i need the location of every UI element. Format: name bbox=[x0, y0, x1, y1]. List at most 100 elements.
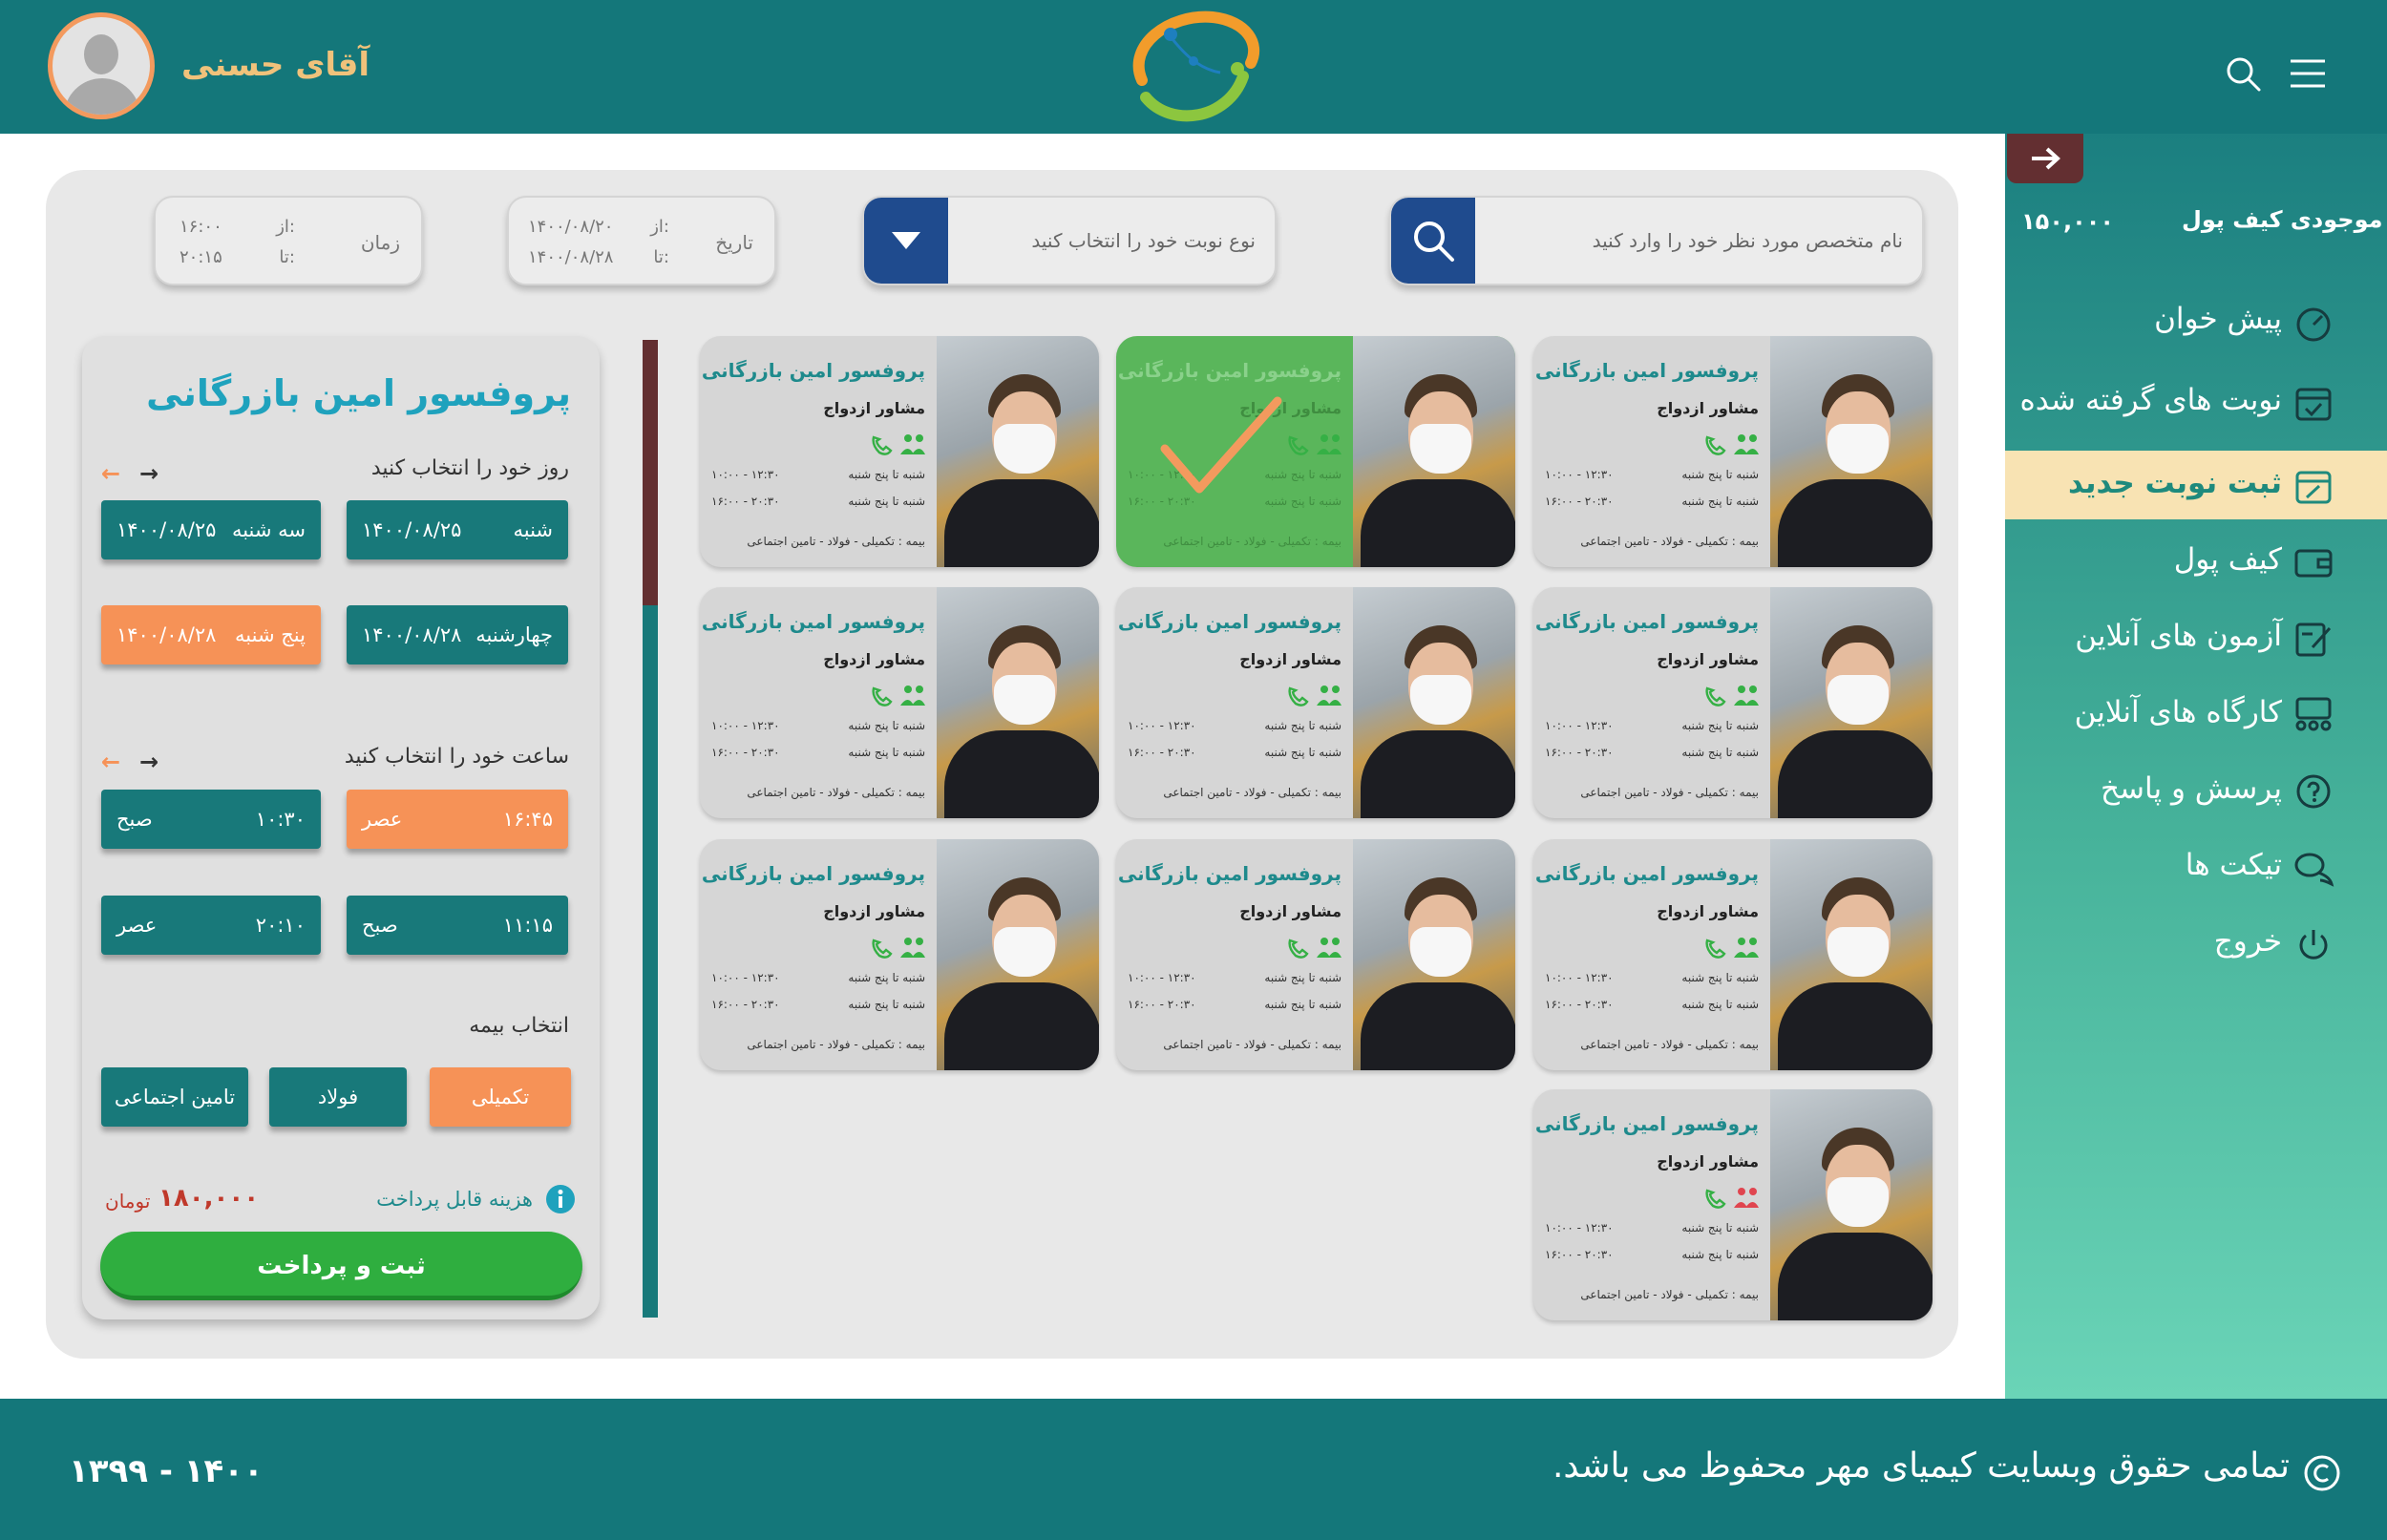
time-label: زمان bbox=[360, 231, 400, 254]
time-option[interactable]: ۲۰:۱۰ عصر bbox=[101, 896, 321, 955]
sidebar-item-8[interactable]: خروج bbox=[2005, 909, 2387, 978]
card-specialist-role: مشاور ازدواج bbox=[823, 650, 925, 668]
hamburger-menu-icon[interactable] bbox=[2289, 57, 2327, 90]
time-value: ۱۱:۱۵ bbox=[502, 914, 553, 937]
day-date: ۱۴۰۰/۰۸/۲۵ bbox=[116, 518, 217, 541]
user-name: آقای حسنی bbox=[181, 46, 370, 84]
sidebar-item-5[interactable]: کارگاه های آنلاین bbox=[2005, 680, 2387, 749]
insurance-option[interactable]: تکمیلی bbox=[430, 1067, 571, 1127]
specialist-photo bbox=[1770, 1089, 1933, 1320]
next-days-arrow[interactable]: → bbox=[139, 460, 158, 487]
prev-days-arrow[interactable]: ← bbox=[101, 460, 120, 487]
user-avatar[interactable] bbox=[48, 12, 155, 119]
day-name: شنبه bbox=[513, 518, 553, 541]
specialist-photo bbox=[937, 336, 1099, 567]
consult-type-icons bbox=[872, 938, 925, 959]
card-time-1: ۱۰:۰۰ - ۱۲:۳۰ bbox=[1128, 719, 1196, 732]
card-days-1: شنبه تا پنج شنبه bbox=[848, 719, 925, 732]
date-from-value[interactable]: ۱۴۰۰/۰۸/۲۰ bbox=[528, 217, 613, 237]
date-range-filter[interactable]: تاریخ از: تا: ۱۴۰۰/۰۸/۲۰ ۱۴۰۰/۰۸/۲۸ bbox=[507, 196, 776, 285]
card-insurance: بیمه : تکمیلی - فولاد - تامین اجتماعی bbox=[747, 786, 925, 799]
consult-type-icons bbox=[872, 686, 925, 707]
card-time-2: ۱۶:۰۰ - ۲۰:۳۰ bbox=[1545, 998, 1614, 1011]
search-button[interactable] bbox=[1391, 198, 1475, 284]
specialist-card[interactable]: پروفسور امین بازرگانی مشاور ازدواج شنبه … bbox=[1533, 336, 1933, 567]
phone-call-icon bbox=[872, 435, 893, 455]
group-session-icon bbox=[1734, 686, 1759, 706]
card-specialist-role: مشاور ازدواج bbox=[1657, 650, 1759, 668]
card-specialist-role: مشاور ازدواج bbox=[823, 399, 925, 417]
cards-scrollbar[interactable] bbox=[643, 340, 658, 1318]
sidebar-item-7[interactable]: تیکت ها bbox=[2005, 833, 2387, 901]
specialist-photo bbox=[1353, 839, 1515, 1070]
specialist-card[interactable]: پروفسور امین بازرگانی مشاور ازدواج شنبه … bbox=[1533, 1089, 1933, 1320]
sidebar-item-label: نوبت های گرفته شده bbox=[2019, 383, 2282, 417]
next-times-arrow[interactable]: → bbox=[139, 749, 158, 775]
dropdown-button[interactable] bbox=[864, 198, 948, 284]
time-from-value[interactable]: ۱۶:۰۰ bbox=[180, 217, 222, 237]
info-icon[interactable] bbox=[545, 1184, 576, 1214]
search-input[interactable]: نام متخصص مورد نظر خود را وارد کنید bbox=[1593, 198, 1903, 284]
sidebar-item-4[interactable]: آزمون های آنلاین bbox=[2005, 603, 2387, 672]
scrollbar-thumb[interactable] bbox=[643, 340, 658, 605]
card-time-1: ۱۰:۰۰ - ۱۲:۳۰ bbox=[711, 468, 780, 481]
sidebar-item-6[interactable]: پرسش و پاسخ bbox=[2005, 756, 2387, 825]
day-option[interactable]: چهارشنبه ۱۴۰۰/۰۸/۲۸ bbox=[347, 605, 568, 665]
group-session-icon bbox=[1734, 1188, 1759, 1208]
submit-and-pay-button[interactable]: ثبت و پرداخت bbox=[100, 1232, 582, 1300]
time-option[interactable]: ۱۱:۱۵ صبح bbox=[347, 896, 568, 955]
consult-type-icons bbox=[1288, 686, 1341, 707]
consult-type-icons bbox=[1705, 686, 1759, 707]
group-session-icon bbox=[1734, 434, 1759, 454]
time-option[interactable]: ۱۰:۳۰ صبح bbox=[101, 790, 321, 849]
group-session-icon bbox=[900, 938, 925, 958]
card-days-1: شنبه تا پنج شنبه bbox=[848, 468, 925, 481]
sidebar-item-2[interactable]: ثبت نوبت جدید bbox=[2005, 451, 2387, 519]
group-session-icon bbox=[1317, 434, 1341, 454]
prev-times-arrow[interactable]: ← bbox=[101, 749, 120, 775]
day-option[interactable]: سه شنبه ۱۴۰۰/۰۸/۲۵ bbox=[101, 500, 321, 559]
workshop-group-icon bbox=[2295, 697, 2332, 731]
sidebar-item-1[interactable]: نوبت های گرفته شده bbox=[2005, 368, 2387, 436]
specialist-card[interactable]: پروفسور امین بازرگانی مشاور ازدواج شنبه … bbox=[700, 587, 1099, 818]
day-select-label: روز خود را انتخاب کنید bbox=[370, 456, 569, 480]
sidebar-item-0[interactable]: پیش خوان bbox=[2005, 286, 2387, 355]
day-name: پنج شنبه bbox=[235, 623, 306, 646]
top-header: آقای حسنی bbox=[0, 0, 2387, 134]
selected-check-icon bbox=[1160, 396, 1282, 494]
insurance-option[interactable]: فولاد bbox=[269, 1067, 407, 1127]
specialist-search-box[interactable]: نام متخصص مورد نظر خود را وارد کنید bbox=[1389, 196, 1924, 285]
time-to-value[interactable]: ۲۰:۱۵ bbox=[180, 247, 222, 267]
specialist-card[interactable]: پروفسور امین بازرگانی مشاور ازدواج شنبه … bbox=[1533, 839, 1933, 1070]
specialist-card[interactable]: پروفسور امین بازرگانی مشاور ازدواج شنبه … bbox=[700, 336, 1099, 567]
sidebar-item-label: آزمون های آنلاین bbox=[2075, 619, 2282, 653]
specialist-photo bbox=[1770, 839, 1933, 1070]
card-time-1: ۱۰:۰۰ - ۱۲:۳۰ bbox=[1545, 719, 1614, 732]
specialist-card[interactable]: پروفسور امین بازرگانی مشاور ازدواج شنبه … bbox=[1533, 587, 1933, 818]
specialist-card[interactable]: پروفسور امین بازرگانی مشاور ازدواج شنبه … bbox=[1116, 839, 1515, 1070]
appointment-type-select[interactable]: نوع نوبت خود را انتخاب کنید bbox=[862, 196, 1277, 285]
card-insurance: بیمه : تکمیلی - فولاد - تامین اجتماعی bbox=[1163, 1038, 1341, 1051]
phone-call-icon bbox=[1705, 1189, 1726, 1209]
kimiaye-mehr-logo[interactable] bbox=[1117, 6, 1270, 130]
card-time-1: ۱۰:۰۰ - ۱۲:۳۰ bbox=[711, 971, 780, 984]
specialist-card[interactable]: پروفسور امین بازرگانی مشاور ازدواج شنبه … bbox=[1116, 587, 1515, 818]
day-option[interactable]: پنج شنبه ۱۴۰۰/۰۸/۲۸ bbox=[101, 605, 321, 665]
day-option[interactable]: شنبه ۱۴۰۰/۰۸/۲۵ bbox=[347, 500, 568, 559]
sidebar-item-3[interactable]: کیف پول bbox=[2005, 527, 2387, 596]
specialist-card[interactable]: پروفسور امین بازرگانی مشاور ازدواج شنبه … bbox=[700, 839, 1099, 1070]
phone-call-icon bbox=[872, 686, 893, 707]
search-icon[interactable] bbox=[2225, 55, 2263, 94]
consult-type-icons bbox=[1288, 938, 1341, 959]
day-date: ۱۴۰۰/۰۸/۲۵ bbox=[362, 518, 462, 541]
specialist-card[interactable]: پروفسور امین بازرگانی مشاور ازدواج شنبه … bbox=[1116, 336, 1515, 567]
time-range-filter[interactable]: زمان از: تا: ۱۶:۰۰ ۲۰:۱۵ bbox=[154, 196, 423, 285]
card-days-2: شنبه تا پنج شنبه bbox=[1681, 495, 1759, 508]
insurance-option[interactable]: تامین اجتماعی bbox=[101, 1067, 248, 1127]
card-days-1: شنبه تا پنج شنبه bbox=[1681, 719, 1759, 732]
consult-type-icons bbox=[1288, 434, 1341, 455]
time-option[interactable]: ۱۶:۴۵ عصر bbox=[347, 790, 568, 849]
sidebar-collapse-button[interactable] bbox=[2007, 134, 2083, 183]
card-days-2: شنبه تا پنج شنبه bbox=[1264, 746, 1341, 759]
date-to-value[interactable]: ۱۴۰۰/۰۸/۲۸ bbox=[528, 247, 613, 267]
